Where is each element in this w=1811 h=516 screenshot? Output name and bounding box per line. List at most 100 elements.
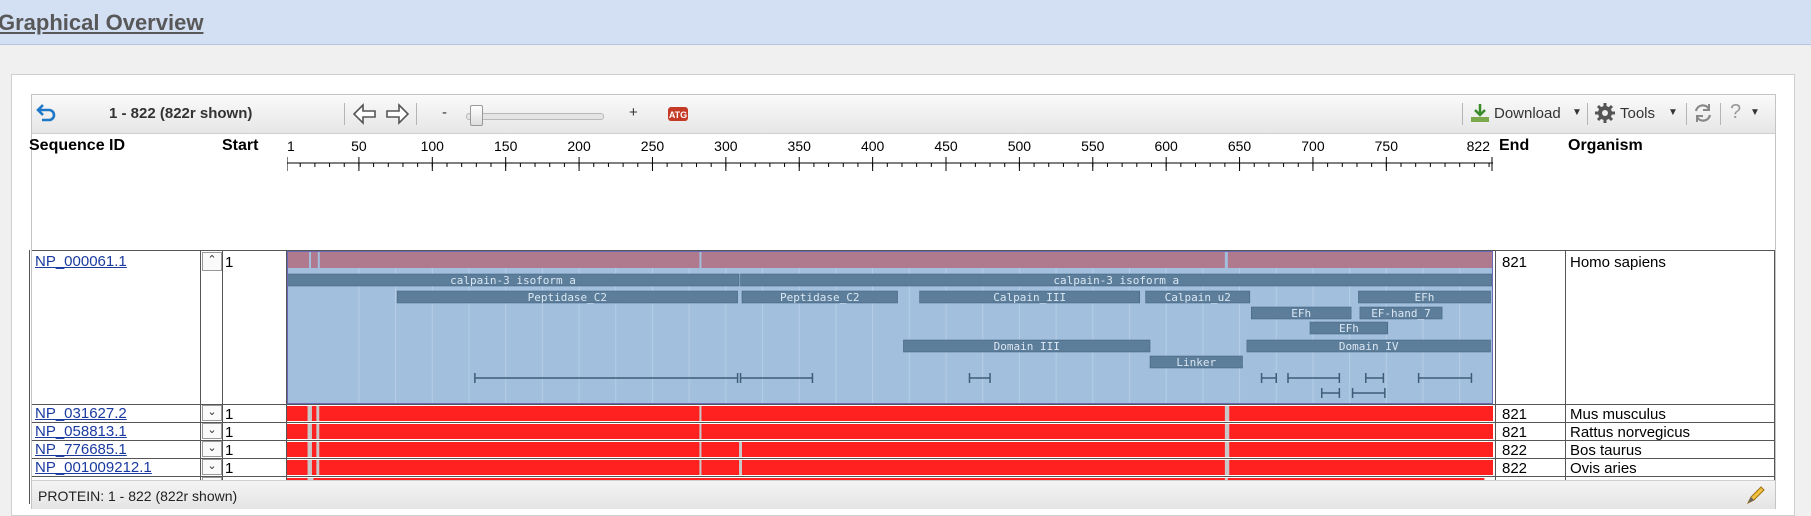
expand-icon[interactable]: ⌄ [202, 423, 222, 439]
column-divider [200, 250, 201, 504]
pan-right-icon[interactable] [384, 103, 410, 129]
alignment-gap [307, 406, 312, 421]
alignment-gap [307, 442, 312, 457]
alignment-gap [1224, 406, 1230, 421]
feature-label: calpain-3 isoform a [1053, 274, 1179, 287]
collapse-icon[interactable]: ⌃ [202, 252, 222, 271]
ruler-tick-label: 50 [351, 138, 367, 154]
page-title[interactable]: Graphical Overview [0, 10, 203, 36]
row-end: 821 [1502, 406, 1528, 423]
ruler-svg: 1 50 100 150 200 250 300 350 400 450 500 550 600 650 7… [287, 138, 1493, 171]
coverage-bar [287, 251, 1493, 268]
row-start: 1 [225, 460, 234, 477]
row-track-svg [287, 441, 1493, 458]
ruler-tick-label: 350 [788, 138, 812, 154]
zoom-slider-handle[interactable] [470, 105, 483, 126]
chevron-down-icon[interactable]: ▼ [1668, 107, 1678, 118]
zoom-slider[interactable] [466, 113, 604, 120]
feature-label: calpain-3 isoform a [450, 274, 576, 287]
feature-label: EFh [1291, 307, 1311, 320]
toolbar-divider [1587, 103, 1588, 125]
column-divider [286, 250, 287, 504]
chevron-down-icon[interactable]: ▼ [1750, 107, 1760, 118]
row-end: 822 [1502, 442, 1528, 459]
sequence-id-header: Sequence ID [29, 137, 126, 154]
alignment-gap [316, 406, 320, 421]
end-header: End [1499, 137, 1530, 154]
ruler-tick-label: 822 [1467, 138, 1491, 154]
row-organism: Mus musculus [1570, 406, 1666, 423]
toolbar-divider [1686, 103, 1687, 125]
row-start: 1 [225, 406, 234, 423]
atg-icon[interactable]: ATG [667, 104, 689, 128]
row-track [287, 459, 1493, 476]
alignment-gap [307, 424, 312, 439]
alignment-gap [307, 460, 312, 475]
column-divider [222, 250, 223, 504]
column-divider [1495, 250, 1496, 504]
pan-left-icon[interactable] [352, 103, 378, 129]
row-organism: Ovis aries [1570, 460, 1637, 477]
ruler-tick-label: 700 [1301, 138, 1325, 154]
expand-icon[interactable]: ⌄ [202, 405, 222, 421]
row-end: 822 [1502, 460, 1528, 477]
graphical-viewer: 1 - 822 (822r shown) - + ATG Download ▼ … [29, 94, 1776, 509]
row-start: 1 [225, 254, 234, 271]
feature-label: Domain IV [1339, 340, 1399, 353]
header-bar: Graphical Overview [0, 0, 1811, 45]
feature-label: Peptidase_C2 [528, 291, 607, 304]
expand-icon[interactable]: ⌄ [202, 441, 222, 457]
edit-icon[interactable] [1745, 484, 1767, 511]
expand-icon[interactable]: ⌄ [202, 459, 222, 475]
alignment-gap [699, 442, 702, 457]
tools-button[interactable]: Tools [1620, 105, 1655, 122]
download-icon[interactable] [1469, 102, 1491, 128]
back-icon[interactable] [36, 102, 58, 128]
sequence-ruler: 1 50 100 150 200 250 300 350 400 450 500 550 600 650 7… [287, 133, 1493, 173]
atg-label: ATG [669, 110, 687, 120]
row-end: 821 [1502, 254, 1528, 271]
refresh-icon[interactable] [1692, 102, 1714, 128]
sequence-link[interactable]: NP_001009212.1 [35, 459, 152, 476]
ruler-tick-label: 500 [1008, 138, 1032, 154]
main-track-svg: calpain-3 isoform a calpain-3 isoform a Pe… [286, 251, 1493, 404]
zoom-out-button[interactable]: - [442, 104, 447, 121]
alignment-gap [1224, 460, 1230, 475]
alignment-gap [699, 406, 702, 421]
ruler-tick-label: 100 [421, 138, 445, 154]
sequence-link[interactable]: NP_000061.1 [35, 253, 127, 270]
alignment-gap [699, 460, 702, 475]
alignment-gap [1224, 442, 1230, 457]
ruler-tick-label: 300 [714, 138, 738, 154]
alignment-gap [739, 442, 742, 457]
toolbar-divider [344, 103, 345, 125]
ruler-tick-label: 600 [1154, 138, 1178, 154]
row-track-svg [287, 423, 1493, 440]
sequence-link[interactable]: NP_776685.1 [35, 441, 127, 458]
ruler-tick-label: 550 [1081, 138, 1105, 154]
status-bar: PROTEIN: 1 - 822 (822r shown) [32, 480, 1775, 509]
gear-icon[interactable] [1594, 102, 1616, 128]
ruler-tick-label: 150 [494, 138, 518, 154]
sequence-link[interactable]: NP_058813.1 [35, 423, 127, 440]
zoom-in-button[interactable]: + [629, 104, 638, 121]
alignment-bar [287, 442, 1493, 457]
alignment-gap [316, 424, 320, 439]
chevron-down-icon[interactable]: ▼ [1572, 107, 1582, 118]
alignment-gap [316, 442, 320, 457]
viewer-toolbar: 1 - 822 (822r shown) - + ATG Download ▼ … [32, 95, 1775, 134]
ruler-tick-label: 1 [287, 138, 295, 154]
help-icon[interactable]: ? [1730, 101, 1741, 124]
coverage-gap [317, 251, 320, 268]
toolbar-divider [1462, 103, 1463, 125]
sequence-link[interactable]: NP_031627.2 [35, 405, 127, 422]
alignment-bar [287, 406, 1493, 421]
alignment-gap [699, 424, 702, 439]
row-organism: Rattus norvegicus [1570, 424, 1691, 441]
main-row-tracks: calpain-3 isoform a calpain-3 isoform a Pe… [286, 251, 1493, 404]
toolbar-divider [1720, 103, 1721, 125]
feature-label: Calpain_III [993, 291, 1066, 304]
row-track [287, 405, 1493, 422]
download-button[interactable]: Download [1494, 105, 1561, 122]
alignment-gap [739, 460, 742, 475]
